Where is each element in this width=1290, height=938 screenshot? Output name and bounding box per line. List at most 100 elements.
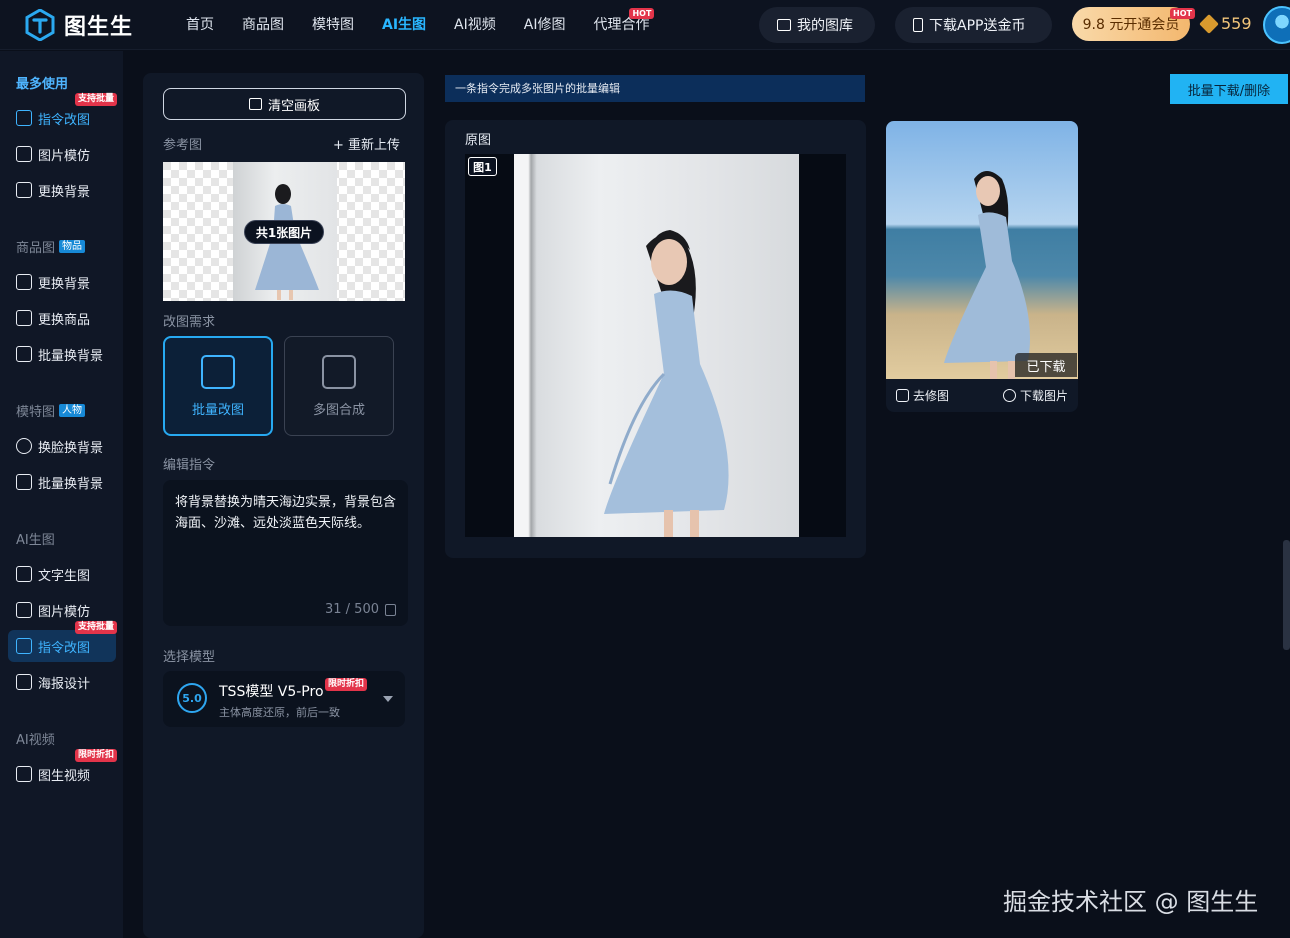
original-photo[interactable] xyxy=(514,154,799,537)
vip-label: 9.8 元开通会员 xyxy=(1082,17,1180,33)
trash-icon[interactable] xyxy=(385,603,396,616)
download-image-label: 下载图片 xyxy=(1019,389,1068,403)
download-image-button[interactable]: 下载图片 xyxy=(1002,387,1068,404)
info-banner: 一条指令完成多张图片的批量编辑 xyxy=(445,75,865,102)
sidebar-item-text-to-image[interactable]: 文字生图 xyxy=(8,558,116,590)
batch-badge: 支持批量 xyxy=(75,621,118,634)
coin-balance[interactable]: 559 xyxy=(1199,13,1252,34)
original-frame: 图1 xyxy=(465,154,846,537)
image-imitate-icon xyxy=(16,602,32,618)
model-select[interactable]: 5.0 TSS模型 V5-Pro 限时折扣 主体高度还原，前后一致 xyxy=(163,671,405,727)
folder-icon xyxy=(777,19,791,31)
sidebar-item-instruction-edit[interactable]: 指令改图 支持批量 xyxy=(8,93,118,134)
sidebar-item-label: 更换商品 xyxy=(38,312,91,328)
clear-canvas-label: 清空画板 xyxy=(267,98,320,114)
watermark: 掘金技术社区 @ 图生生 xyxy=(1003,888,1259,916)
sidebar-item-product-change-bg[interactable]: 更换背景 xyxy=(8,266,116,298)
vip-button[interactable]: 9.8 元开通会员 HOT xyxy=(1072,7,1195,41)
poster-icon xyxy=(16,674,32,690)
nav-ai-retouch[interactable]: AI修图 xyxy=(510,0,580,50)
sidebar-group-ai-video: AI视频 xyxy=(16,733,55,748)
sidebar-item-image-imitate[interactable]: 图片模仿 xyxy=(8,138,116,170)
sidebar-item-batch-bg[interactable]: 批量换背景 xyxy=(8,338,116,370)
sidebar-group-most-used: 最多使用 xyxy=(16,77,69,92)
my-gallery-label: 我的图库 xyxy=(797,18,853,34)
nav-ai-video[interactable]: AI视频 xyxy=(440,0,510,50)
sidebar-group-model: 模特图 人物 xyxy=(16,401,86,420)
instruction-input[interactable]: 将背景替换为晴天海边实景，背景包含海面、沙滩、远处淡蓝色天际线。 31 / 50… xyxy=(163,480,408,626)
sidebar-item-model-batch-bg[interactable]: 批量换背景 xyxy=(8,466,116,498)
hot-badge: HOT xyxy=(629,8,655,19)
batch-download-delete-button[interactable]: 批量下载/删除 xyxy=(1170,74,1288,104)
nav-model-image[interactable]: 模特图 xyxy=(298,0,368,50)
sidebar-item-label: 图生视频 xyxy=(38,768,91,784)
batch-edit-mode[interactable]: 批量改图 xyxy=(163,336,273,436)
reference-label: 参考图 xyxy=(163,138,203,153)
download-app-button[interactable]: 下载APP送金币 xyxy=(895,7,1052,43)
nav-agency-label: 代理合作 xyxy=(593,17,650,33)
nav-agency[interactable]: 代理合作 HOT xyxy=(579,0,663,50)
brand-logo[interactable]: 图生生 xyxy=(24,8,133,42)
retouch-button[interactable]: 去修图 xyxy=(896,387,949,404)
scrollbar[interactable] xyxy=(1283,540,1290,650)
background-icon xyxy=(16,182,32,198)
item-tag: 物品 xyxy=(59,240,86,253)
char-count: 31 / 500 xyxy=(325,602,379,617)
sidebar-item-label: 指令改图 xyxy=(38,112,91,128)
sidebar-item-change-product[interactable]: 更换商品 xyxy=(8,302,116,334)
main-nav: 首页 商品图 模特图 AI生图 AI视频 AI修图 代理合作 HOT xyxy=(172,0,663,50)
original-title: 原图 xyxy=(465,133,492,148)
edit-icon xyxy=(16,638,32,654)
sidebar-item-label: 换脸换背景 xyxy=(38,440,104,456)
clear-canvas-button[interactable]: 清空画板 xyxy=(163,88,406,120)
instruction-text: 将背景替换为晴天海边实景，背景包含海面、沙滩、远处淡蓝色天际线。 xyxy=(175,495,397,531)
brand-name: 图生生 xyxy=(64,15,134,40)
sidebar-item-label: 图片模仿 xyxy=(38,148,91,164)
vip-hot-badge: HOT xyxy=(1170,8,1195,19)
nav-home[interactable]: 首页 xyxy=(172,0,228,50)
original-image-card: 原图 图1 xyxy=(445,120,866,558)
sidebar-item-change-bg[interactable]: 更换背景 xyxy=(8,174,116,206)
background-icon xyxy=(16,346,32,362)
nav-ai-generate[interactable]: AI生图 xyxy=(368,0,440,50)
sidebar-item-image-to-video[interactable]: 图生视频 限时折扣 xyxy=(8,749,118,790)
sidebar-item-label: 指令改图 xyxy=(38,640,91,656)
sidebar-item-face-swap[interactable]: 换脸换背景 xyxy=(8,430,116,462)
swap-icon xyxy=(16,310,32,326)
reupload-button[interactable]: + 重新上传 xyxy=(333,134,400,153)
result-card: 已下载 去修图 下载图片 xyxy=(886,121,1078,412)
result-photo[interactable]: 已下载 xyxy=(886,121,1078,379)
coin-count: 559 xyxy=(1221,14,1252,33)
cloud-download-icon xyxy=(1002,389,1016,402)
batch-edit-label: 批量改图 xyxy=(191,402,244,418)
settings-panel: 清空画板 参考图 + 重新上传 共1张图片 改图需求 批量改图 多图合成 编辑指… xyxy=(143,73,424,938)
text-image-icon xyxy=(16,566,32,582)
model-version-icon: 5.0 xyxy=(177,683,207,713)
reference-image[interactable]: 共1张图片 xyxy=(163,162,405,301)
retouch-label: 去修图 xyxy=(913,389,950,403)
sidebar-group-ai-generate: AI生图 xyxy=(16,533,55,548)
canvas-icon xyxy=(248,98,262,110)
user-avatar[interactable] xyxy=(1263,6,1290,44)
my-gallery-button[interactable]: 我的图库 xyxy=(759,7,875,43)
sidebar-item-ai-instruction-edit[interactable]: 指令改图 支持批量 xyxy=(8,621,118,662)
background-icon xyxy=(16,274,32,290)
multi-compose-mode[interactable]: 多图合成 xyxy=(284,336,394,436)
edit-icon xyxy=(16,110,32,126)
figure-label: 图1 xyxy=(468,157,497,176)
char-counter: 31 / 500 xyxy=(325,599,396,620)
nav-product-image[interactable]: 商品图 xyxy=(228,0,298,50)
sidebar-group-product: 商品图 物品 xyxy=(16,237,86,256)
sidebar-item-label: 更换背景 xyxy=(38,184,91,200)
model-figure xyxy=(604,230,729,537)
downloaded-badge: 已下载 xyxy=(1015,353,1077,377)
sidebar-item-label: 批量换背景 xyxy=(38,348,104,364)
image-imitate-icon xyxy=(16,146,32,162)
discount-badge: 限时折扣 xyxy=(75,749,118,762)
discount-badge: 限时折扣 xyxy=(325,678,368,691)
instruction-label: 编辑指令 xyxy=(163,458,216,473)
model-name: TSS模型 V5-Pro xyxy=(219,684,324,700)
background-icon xyxy=(16,474,32,490)
sidebar-item-label: 文字生图 xyxy=(38,568,91,584)
sidebar-item-poster[interactable]: 海报设计 xyxy=(8,666,116,698)
